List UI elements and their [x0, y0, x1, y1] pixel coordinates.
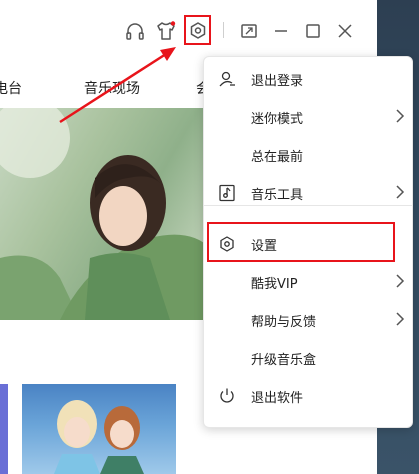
menu-item-upgrade[interactable]: 升级音乐盒: [204, 340, 412, 376]
headphones-icon[interactable]: [124, 20, 146, 42]
menu-item-always-on-top[interactable]: 总在最前: [204, 137, 412, 173]
menu-item-label: 音乐工具: [251, 188, 304, 203]
menu-item-label: 迷你模式: [251, 112, 304, 127]
card-illustration: [54, 400, 144, 474]
content-card[interactable]: [0, 384, 8, 474]
chevron-right-icon: [395, 312, 405, 326]
menu-item-label: 酷我VIP: [251, 277, 298, 292]
menu-item-help-feedback[interactable]: 帮助与反馈: [204, 302, 412, 338]
content-cards: [0, 384, 210, 474]
tab-radio[interactable]: 电台: [0, 78, 22, 98]
menu-item-label: 升级音乐盒: [251, 353, 317, 368]
compact-mode-icon[interactable]: [238, 20, 260, 42]
menu-item-label: 帮助与反馈: [251, 315, 317, 330]
menu-item-label: 退出软件: [251, 391, 304, 406]
menu-divider: [204, 205, 412, 206]
chevron-right-icon: [395, 109, 405, 123]
logout-user-icon: [218, 70, 236, 88]
menu-item-label: 退出登录: [251, 74, 304, 89]
settings-item-highlight-box: [207, 222, 395, 262]
settings-highlight-box: [184, 15, 211, 45]
minimize-icon[interactable]: [270, 20, 292, 42]
skin-shirt-icon[interactable]: [155, 20, 177, 42]
menu-item-kuwo-vip[interactable]: 酷我VIP: [204, 264, 412, 300]
chevron-right-icon: [395, 185, 405, 199]
toolbar-divider: [223, 22, 224, 38]
menu-item-logout[interactable]: 退出登录: [204, 61, 412, 97]
close-icon[interactable]: [334, 20, 356, 42]
banner-image[interactable]: [0, 108, 210, 320]
title-bar: [0, 0, 377, 62]
banner-illustration: [0, 108, 210, 320]
tab-live-music[interactable]: 音乐现场: [84, 78, 140, 98]
menu-item-label: 总在最前: [251, 150, 304, 165]
maximize-icon[interactable]: [302, 20, 324, 42]
menu-item-exit-app[interactable]: 退出软件: [204, 378, 412, 414]
nav-tabs: 电台 音乐现场 会: [0, 70, 230, 106]
chevron-right-icon: [395, 274, 405, 288]
music-tools-icon: [218, 184, 236, 202]
menu-item-mini-mode[interactable]: 迷你模式: [204, 99, 412, 135]
power-icon: [218, 387, 236, 405]
frozen-card[interactable]: [22, 384, 176, 474]
